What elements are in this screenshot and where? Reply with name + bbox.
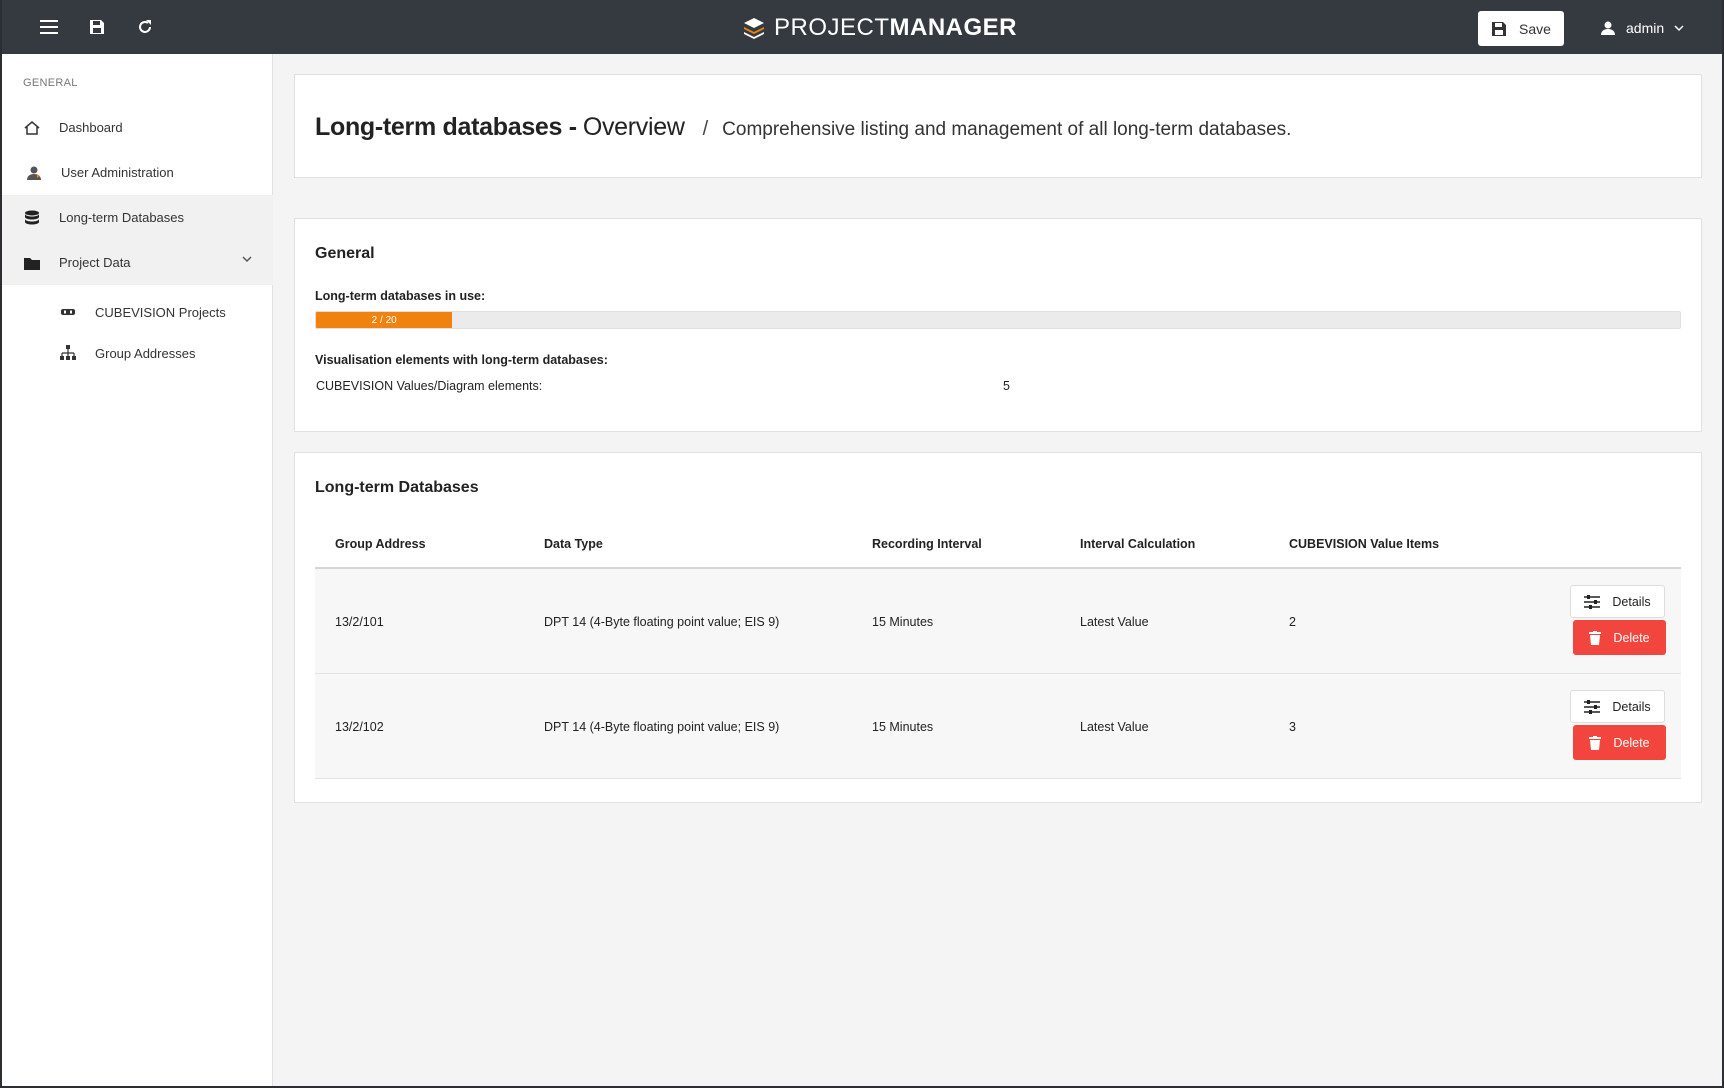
sidebar: GENERAL Dashboard User Administration Lo… <box>2 54 273 1086</box>
delete-button-label: Delete <box>1613 630 1650 645</box>
user-name: admin <box>1626 20 1665 36</box>
cell-recording-interval: 15 Minutes <box>872 615 934 629</box>
cell-interval-calculation: Latest Value <box>1080 615 1149 629</box>
visualisation-label: Visualisation elements with long-term da… <box>315 353 608 367</box>
brand-text-bold: MANAGER <box>889 14 1018 41</box>
app-logo: PROJECT MANAGER <box>742 13 1017 43</box>
databases-table: Group Address Data Type Recording Interv… <box>315 517 1681 779</box>
top-bar: PROJECT MANAGER Save admin <box>2 0 1722 54</box>
page-title: Long-term databases - Overview / Compreh… <box>315 113 1291 142</box>
table-row: 13/2/102 DPT 14 (4-Byte floating point v… <box>315 674 1681 779</box>
save-button-label: Save <box>1519 20 1551 37</box>
cubevision-icon <box>58 303 78 321</box>
sidebar-subitem-cubevision-projects[interactable]: CUBEVISION Projects <box>2 292 273 332</box>
sidebar-item-label: User Administration <box>61 165 174 180</box>
home-icon <box>22 118 42 138</box>
chevron-down-icon[interactable] <box>242 255 252 263</box>
title-separator: / <box>702 118 709 140</box>
trash-icon <box>1589 630 1602 645</box>
user-menu[interactable]: admin <box>1600 17 1684 39</box>
floppy-icon <box>1492 21 1507 36</box>
database-icon <box>22 208 42 228</box>
menu-icon[interactable] <box>36 14 62 40</box>
cell-recording-interval: 15 Minutes <box>872 720 934 734</box>
delete-button[interactable]: Delete <box>1573 725 1666 760</box>
folder-icon <box>22 253 42 273</box>
page-header-card: Long-term databases - Overview / Compreh… <box>294 74 1702 178</box>
general-card: General Long-term databases in use: 2 / … <box>294 218 1702 432</box>
sidebar-item-label: Dashboard <box>59 120 123 135</box>
general-heading: General <box>315 245 375 262</box>
page-description: Comprehensive listing and management of … <box>722 119 1292 140</box>
details-button[interactable]: Details <box>1570 585 1665 618</box>
cell-data-type: DPT 14 (4-Byte floating point value; EIS… <box>544 720 780 734</box>
details-button-label: Details <box>1612 699 1651 714</box>
save-icon[interactable] <box>84 14 110 40</box>
sliders-icon <box>1584 594 1601 609</box>
table-header: Group Address Data Type Recording Interv… <box>315 517 1681 569</box>
sidebar-item-project-data[interactable]: Project Data <box>2 240 273 285</box>
progress-fill: 2 / 20 <box>316 312 453 328</box>
delete-button[interactable]: Delete <box>1573 620 1666 655</box>
sidebar-subitem-label: Group Addresses <box>95 345 196 361</box>
cell-group-address: 13/2/101 <box>335 615 384 629</box>
app-window: PROJECT MANAGER Save admin GENERAL Dashb… <box>2 0 1722 1086</box>
sidebar-item-label: Long-term Databases <box>59 210 185 225</box>
brand-text-light: PROJECT <box>774 14 890 41</box>
sidebar-section-title: GENERAL <box>23 77 78 89</box>
databases-in-use-progress: 2 / 20 <box>315 311 1681 329</box>
column-header[interactable]: Interval Calculation <box>1080 537 1195 551</box>
sliders-icon <box>1584 699 1601 714</box>
cell-interval-calculation: Latest Value <box>1080 720 1149 734</box>
page-title-light: Overview <box>582 113 685 141</box>
cell-group-address: 13/2/102 <box>335 720 384 734</box>
details-button[interactable]: Details <box>1570 690 1665 723</box>
sidebar-item-long-term-databases[interactable]: Long-term Databases <box>2 195 273 240</box>
save-button[interactable]: Save <box>1478 11 1564 46</box>
details-button-label: Details <box>1612 594 1651 609</box>
cubevision-elements-label: CUBEVISION Values/Diagram elements: <box>316 379 543 393</box>
databases-card: Long-term Databases Group Address Data T… <box>294 452 1702 803</box>
page-title-bold: Long-term databases - <box>315 113 577 141</box>
in-use-label: Long-term databases in use: <box>315 289 486 303</box>
column-header[interactable]: Data Type <box>544 537 603 551</box>
cell-value-items: 2 <box>1289 615 1296 629</box>
cubevision-elements-value: 5 <box>1003 379 1010 393</box>
delete-button-label: Delete <box>1613 735 1650 750</box>
cell-data-type: DPT 14 (4-Byte floating point value; EIS… <box>544 615 780 629</box>
databases-heading: Long-term Databases <box>315 479 479 496</box>
sidebar-subitem-label: CUBEVISION Projects <box>95 304 226 320</box>
table-row: 13/2/101 DPT 14 (4-Byte floating point v… <box>315 569 1681 674</box>
sidebar-item-user-administration[interactable]: User Administration <box>2 150 273 195</box>
chevron-down-icon <box>1674 25 1684 32</box>
sidebar-item-dashboard[interactable]: Dashboard <box>2 105 273 150</box>
user-admin-icon <box>24 163 44 183</box>
user-icon <box>1601 21 1615 35</box>
column-header[interactable]: CUBEVISION Value Items <box>1289 537 1439 551</box>
sitemap-icon <box>58 344 78 362</box>
refresh-icon[interactable] <box>132 14 158 40</box>
column-header[interactable]: Group Address <box>335 537 426 551</box>
trash-icon <box>1589 735 1602 750</box>
layers-logo-icon <box>744 18 764 39</box>
sidebar-subitem-group-addresses[interactable]: Group Addresses <box>2 333 273 373</box>
sidebar-item-label: Project Data <box>59 255 131 270</box>
column-header[interactable]: Recording Interval <box>872 537 982 551</box>
cell-value-items: 3 <box>1289 720 1296 734</box>
